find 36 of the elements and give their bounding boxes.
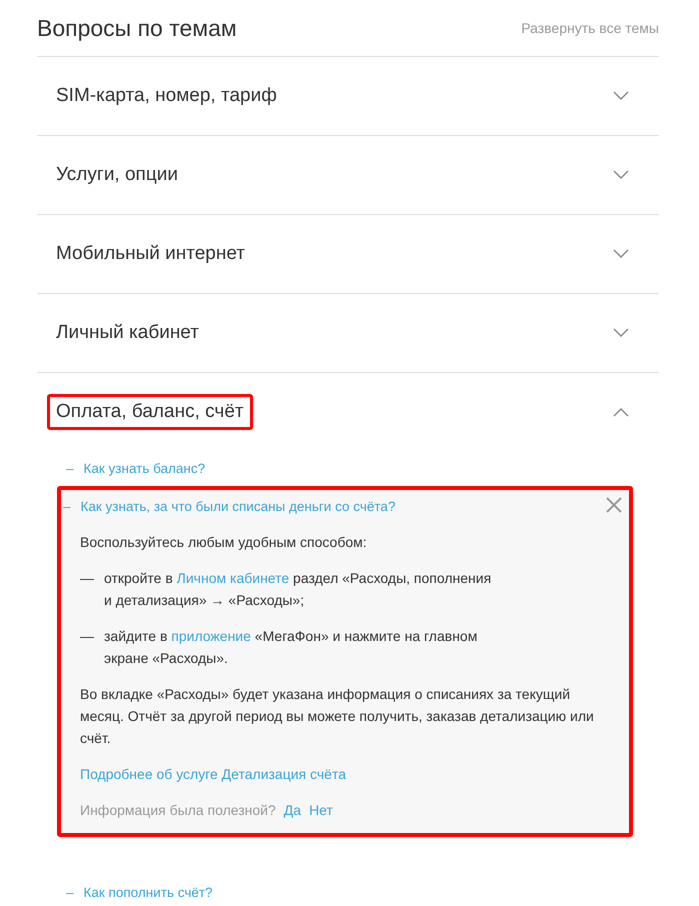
topic-header[interactable]: Оплата, баланс, счёт bbox=[37, 373, 659, 451]
topic-title: Личный кабинет bbox=[55, 321, 200, 345]
question-link[interactable]: Как узнать, за что были списаны деньги со счёта? bbox=[80, 499, 396, 514]
question-link[interactable]: Как узнать баланс? bbox=[84, 461, 206, 476]
topic-title: SIM-карта, номер, тариф bbox=[55, 84, 278, 108]
expand-all-link[interactable]: Развернуть все темы bbox=[521, 20, 659, 36]
inline-link[interactable]: приложение bbox=[171, 628, 251, 644]
topic-header[interactable]: Услуги, опции bbox=[37, 136, 659, 214]
section-title: Вопросы по темам bbox=[37, 14, 237, 42]
topic-header[interactable]: SIM-карта, номер, тариф bbox=[37, 57, 659, 135]
answer-intro: Воспользуйтесь любым удобным способом: bbox=[80, 533, 368, 552]
bullet-text: откройте в Личном кабинете раздел «Расходы, пополнения и детализация» → «Расходы»; bbox=[104, 569, 492, 610]
chevron-down-icon bbox=[613, 328, 629, 338]
topic-title: Мобильный интернет bbox=[55, 242, 246, 266]
close-icon[interactable] bbox=[605, 496, 623, 514]
topic-header[interactable]: Личный кабинет bbox=[37, 294, 659, 372]
chevron-down-icon bbox=[613, 170, 629, 180]
chevron-down-icon bbox=[613, 91, 629, 101]
topic-title: Услуги, опции bbox=[55, 163, 179, 187]
highlighted-topic-title: Оплата, баланс, счёт bbox=[47, 394, 253, 430]
dash-marker: – bbox=[63, 499, 71, 514]
dash-marker: – bbox=[66, 885, 74, 900]
topic-header[interactable]: Мобильный интернет bbox=[37, 215, 659, 293]
chevron-down-icon bbox=[613, 249, 629, 259]
bullet-dash: — bbox=[80, 569, 94, 588]
chevron-up-icon bbox=[613, 407, 629, 417]
question-link[interactable]: Как пополнить счёт? bbox=[84, 885, 213, 900]
dash-marker: – bbox=[66, 461, 74, 476]
inline-link[interactable]: Личном кабинете bbox=[176, 570, 290, 586]
yes-link[interactable]: Да bbox=[284, 799, 302, 821]
more-link[interactable]: Подробнее об услуге Детализация счёта bbox=[80, 766, 346, 782]
bullet-text: зайдите в приложение «МегаФон» и нажмите на главном экране «Расходы». bbox=[104, 627, 478, 668]
feedback-prompt: Информация была полезной? bbox=[80, 801, 276, 820]
answer-paragraph: Во вкладке «Расходы» будет указана информация о списаниях за текущий месяц. Отчёт за другой период вы можете получить, заказав детализацию или счёт. bbox=[80, 685, 595, 748]
bullet-dash: — bbox=[80, 627, 94, 646]
no-link[interactable]: Нет bbox=[309, 799, 333, 821]
